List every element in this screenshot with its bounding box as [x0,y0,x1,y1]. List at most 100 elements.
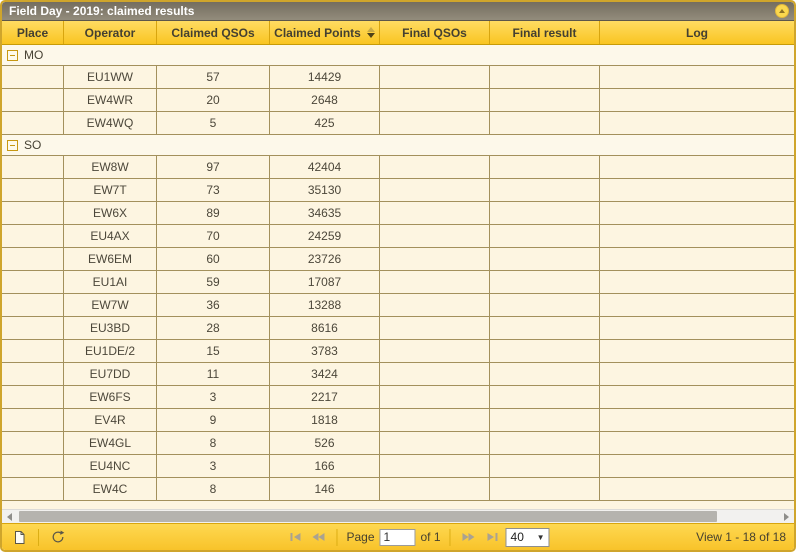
cell-log [600,340,794,362]
grid-title: Field Day - 2019: claimed results [9,4,194,18]
last-page-icon [485,532,498,542]
scrollbar-thumb[interactable] [19,511,717,522]
last-page-button[interactable] [483,529,501,545]
column-header-claimed-points[interactable]: Claimed Points [270,21,380,44]
cell-final-result [490,202,600,224]
grid-header: PlaceOperatorClaimed QSOs Claimed Points F… [2,21,794,45]
table-row[interactable]: EW8W9742404 [2,156,794,179]
cell-claimed-points: 42404 [270,156,380,178]
cell-claimed-points: 13288 [270,294,380,316]
table-row[interactable]: EU4AX7024259 [2,225,794,248]
refresh-button[interactable] [49,528,67,546]
cell-final-qsos [380,179,490,201]
cell-place [2,340,64,362]
scroll-left-button[interactable] [2,510,17,524]
table-row[interactable]: EW6X8934635 [2,202,794,225]
cell-final-qsos [380,156,490,178]
cell-log [600,248,794,270]
cell-claimed-points: 24259 [270,225,380,247]
cell-final-result [490,432,600,454]
group-row-so[interactable]: SO [2,135,794,156]
cell-operator: EU7DD [64,363,157,385]
page-size-value: 40 [511,530,524,544]
cell-place [2,294,64,316]
table-row[interactable]: EU1WW5714429 [2,66,794,89]
cell-place [2,478,64,500]
new-document-button[interactable] [10,528,28,546]
column-header-label: Final result [512,26,576,40]
column-header-label: Final QSOs [402,26,467,40]
table-row[interactable]: EW4WR202648 [2,89,794,112]
pager-separator [38,529,39,546]
group-row-mo[interactable]: MO [2,45,794,66]
cell-place [2,432,64,454]
table-row[interactable]: EW4GL8526 [2,432,794,455]
column-header-log[interactable]: Log [600,21,794,44]
next-page-button[interactable] [460,529,478,545]
table-row[interactable]: EW6EM6023726 [2,248,794,271]
column-header-operator[interactable]: Operator [64,21,157,44]
cell-final-qsos [380,248,490,270]
cell-operator: EW6X [64,202,157,224]
cell-final-qsos [380,363,490,385]
cell-place [2,317,64,339]
table-row[interactable]: EW7T7335130 [2,179,794,202]
cell-claimed-qsos: 8 [157,478,270,500]
sort-asc-icon[interactable] [367,27,375,32]
column-header-final-result[interactable]: Final result [490,21,600,44]
cell-claimed-qsos: 97 [157,156,270,178]
cell-claimed-qsos: 5 [157,112,270,134]
cell-claimed-qsos: 8 [157,432,270,454]
table-row[interactable]: EU4NC3166 [2,455,794,478]
column-header-label: Claimed Points [274,26,361,40]
cell-final-qsos [380,317,490,339]
sort-desc-icon[interactable] [367,33,375,38]
cell-log [600,386,794,408]
cell-claimed-points: 1818 [270,409,380,431]
pager-separator [450,529,451,546]
cell-place [2,386,64,408]
column-header-claimed-qsos[interactable]: Claimed QSOs [157,21,270,44]
pager-toolbar [10,528,67,546]
cell-final-qsos [380,271,490,293]
cell-operator: EW4WR [64,89,157,111]
page-label: Page [346,530,374,544]
column-header-place[interactable]: Place [2,21,64,44]
page-size-select[interactable]: 40 ▼ [506,528,550,547]
collapse-panel-button[interactable] [775,4,789,18]
prev-page-button[interactable] [309,529,327,545]
table-row[interactable]: EV4R91818 [2,409,794,432]
cell-final-result [490,386,600,408]
cell-final-qsos [380,225,490,247]
cell-operator: EU4AX [64,225,157,247]
column-header-final-qsos[interactable]: Final QSOs [380,21,490,44]
cell-operator: EU1AI [64,271,157,293]
collapse-group-icon[interactable] [7,50,18,61]
cell-final-result [490,248,600,270]
table-row[interactable]: EW4WQ5425 [2,112,794,135]
table-row[interactable]: EU7DD113424 [2,363,794,386]
page-number-input[interactable] [380,529,416,546]
cell-log [600,432,794,454]
first-page-button[interactable] [286,529,304,545]
cell-log [600,66,794,88]
refresh-icon [51,530,65,544]
table-row[interactable]: EU1DE/2153783 [2,340,794,363]
cell-log [600,294,794,316]
cell-claimed-points: 2648 [270,89,380,111]
cell-operator: EW4GL [64,432,157,454]
cell-claimed-points: 34635 [270,202,380,224]
table-row[interactable]: EW4C8146 [2,478,794,501]
cell-final-result [490,156,600,178]
table-row[interactable]: EU1AI5917087 [2,271,794,294]
table-row[interactable]: EU3BD288616 [2,317,794,340]
cell-place [2,202,64,224]
scroll-right-button[interactable] [779,510,794,524]
cell-claimed-points: 8616 [270,317,380,339]
grid-body: MOEU1WW5714429EW4WR202648EW4WQ5425SOEW8W… [2,45,794,509]
table-row[interactable]: EW6FS32217 [2,386,794,409]
cell-operator: EW4WQ [64,112,157,134]
table-row[interactable]: EW7W3613288 [2,294,794,317]
cell-claimed-points: 526 [270,432,380,454]
collapse-group-icon[interactable] [7,140,18,151]
